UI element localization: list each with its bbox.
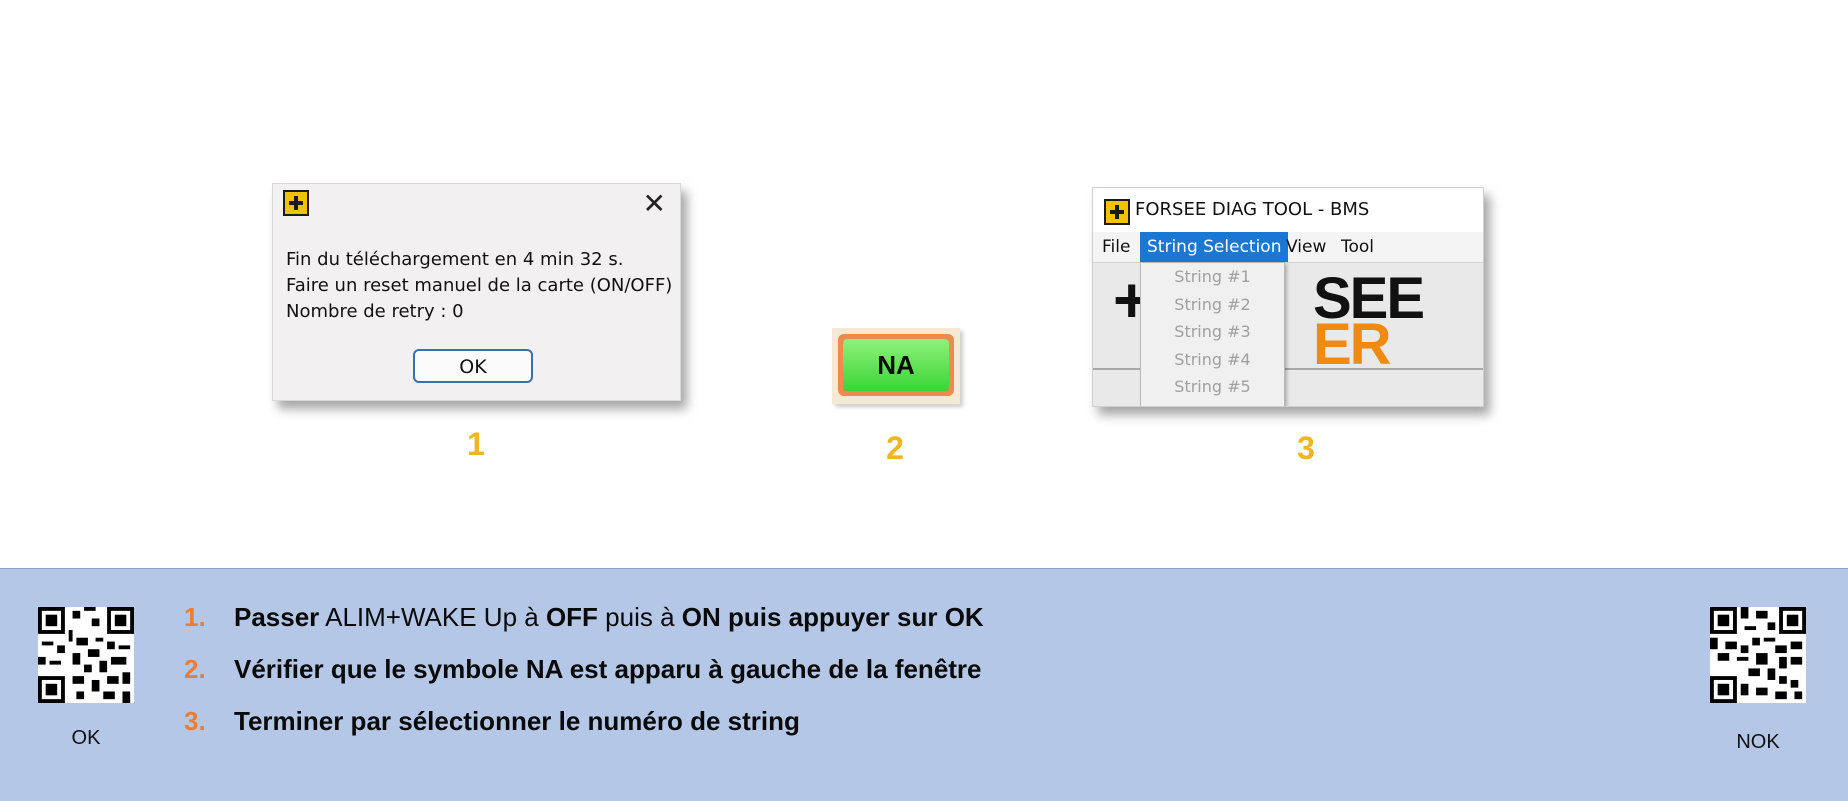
menu-file[interactable]: File xyxy=(1095,232,1137,262)
na-indicator-frame: NA xyxy=(838,334,954,396)
instruction-number: 3. xyxy=(184,706,206,736)
dialog-message: Fin du téléchargement en 4 min 32 s. Fai… xyxy=(286,247,672,325)
instruction-3: 3. Terminer par sélectionner le numéro de… xyxy=(184,695,984,747)
ok-button[interactable]: OK xyxy=(413,349,533,383)
window-title: FORSEE DIAG TOOL - BMS xyxy=(1135,199,1370,220)
dropdown-item-string-5[interactable]: String #5 xyxy=(1141,373,1284,401)
forsee-app-icon xyxy=(283,190,309,216)
step-number-3: 3 xyxy=(1297,430,1315,466)
forsee-logo-bottom: ER xyxy=(1313,312,1392,377)
instruction-text: Terminer par sélectionner le numéro de s… xyxy=(234,706,800,736)
menu-string-selection[interactable]: String Selection xyxy=(1140,232,1289,262)
instruction-text: OFF xyxy=(545,602,598,632)
instruction-text: ALIM+WAKE Up à xyxy=(319,602,546,632)
dialog-line-download-time: Fin du téléchargement en 4 min 32 s. xyxy=(286,249,624,270)
dropdown-item-string-1[interactable]: String #1 xyxy=(1141,263,1284,291)
instruction-list: 1. Passer ALIM+WAKE Up à OFF puis à ON pu… xyxy=(184,591,984,747)
instructions-panel: OK 1. Passer ALIM+WAKE Up à OFF puis à ON… xyxy=(0,568,1848,801)
dropdown-item-string-3[interactable]: String #3 xyxy=(1141,318,1284,346)
qr-ok-label: OK xyxy=(71,727,101,749)
menu-tool[interactable]: Tool xyxy=(1334,232,1381,262)
instruction-2: 2. Vérifier que le symbole NA est apparu … xyxy=(184,643,984,695)
na-indicator: NA xyxy=(832,328,960,404)
na-label: NA xyxy=(843,339,949,391)
instruction-text: puis à xyxy=(597,602,682,632)
reset-dialog: ✕ Fin du téléchargement en 4 min 32 s. F… xyxy=(272,183,681,401)
menu-bar: File String Selection View Tool xyxy=(1093,232,1483,263)
instruction-number: 1. xyxy=(184,602,206,632)
close-icon[interactable]: ✕ xyxy=(643,190,666,218)
qr-code-ok-icon[interactable] xyxy=(38,607,134,703)
string-selection-dropdown: String #1 String #2 String #3 String #4 … xyxy=(1140,262,1285,406)
dropdown-item-string-4[interactable]: String #4 xyxy=(1141,346,1284,374)
instruction-number: 2. xyxy=(184,654,206,684)
instruction-text: ON puis appuyer sur OK xyxy=(681,602,984,632)
instruction-text: Passer xyxy=(234,602,320,632)
qr-code-nok-icon[interactable] xyxy=(1710,607,1806,703)
forsee-app-icon xyxy=(1104,199,1130,225)
dropdown-item-string-2[interactable]: String #2 xyxy=(1141,291,1284,319)
qr-nok-label: NOK xyxy=(1736,731,1780,753)
diag-tool-window: FORSEE DIAG TOOL - BMS File String Selec… xyxy=(1092,187,1484,407)
window-title-bar: FORSEE DIAG TOOL - BMS xyxy=(1093,188,1483,232)
instruction-text: Vérifier que le symbole NA est apparu à … xyxy=(234,654,982,684)
dialog-line-reset: Faire un reset manuel de la carte (ON/OF… xyxy=(286,275,673,296)
step-number-2: 2 xyxy=(886,430,904,466)
dialog-line-retry: Nombre de retry : 0 xyxy=(286,301,464,322)
menu-view[interactable]: View xyxy=(1279,232,1333,262)
instruction-1: 1. Passer ALIM+WAKE Up à OFF puis à ON pu… xyxy=(184,591,984,643)
step-number-1: 1 xyxy=(467,426,485,462)
